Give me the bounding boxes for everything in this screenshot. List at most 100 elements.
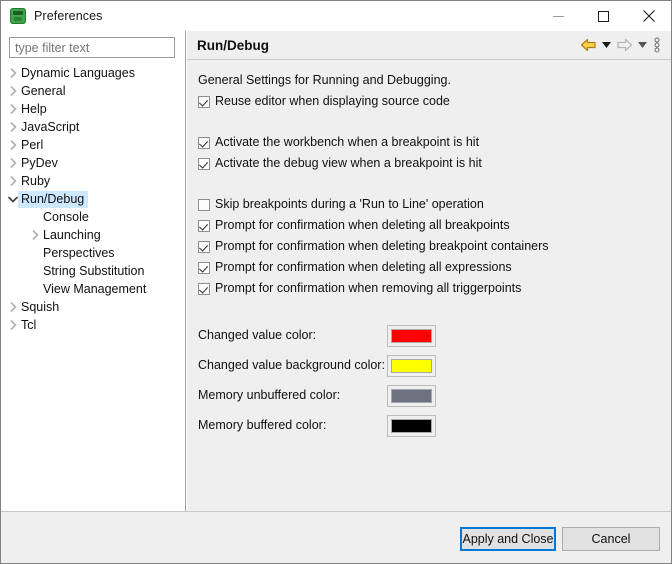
chevron-right-icon[interactable] bbox=[5, 316, 21, 334]
sidebar-item-perspectives[interactable]: Perspectives bbox=[1, 244, 185, 262]
sidebar-item-label: View Management bbox=[43, 281, 147, 296]
checkbox-checked-icon[interactable] bbox=[198, 241, 210, 253]
color-setting-label: Memory buffered color: bbox=[198, 418, 327, 432]
checkbox-checked-icon[interactable] bbox=[198, 137, 210, 149]
sidebar-item-label: PyDev bbox=[21, 155, 58, 170]
checkbox-checked-icon[interactable] bbox=[198, 96, 210, 108]
color-swatch-button[interactable] bbox=[387, 415, 436, 437]
checkbox-label: Skip breakpoints during a 'Run to Line' … bbox=[215, 197, 484, 211]
chevron-right-icon[interactable] bbox=[5, 154, 21, 172]
sidebar-item-dynamic-languages[interactable]: Dynamic Languages bbox=[1, 64, 185, 82]
sidebar-item-perl[interactable]: Perl bbox=[1, 136, 185, 154]
checkbox-row[interactable]: Skip breakpoints during a 'Run to Line' … bbox=[198, 197, 484, 211]
chevron-right-icon[interactable] bbox=[5, 100, 21, 118]
color-swatch-fill bbox=[391, 359, 432, 373]
checkbox-label: Reuse editor when displaying source code bbox=[215, 94, 450, 108]
color-swatch-button[interactable] bbox=[387, 355, 436, 377]
checkbox-checked-icon[interactable] bbox=[198, 262, 210, 274]
sidebar-item-label: Tcl bbox=[21, 317, 37, 332]
close-button[interactable] bbox=[626, 1, 671, 31]
sidebar-item-label: Squish bbox=[21, 299, 60, 314]
sidebar-item-label: JavaScript bbox=[21, 119, 80, 134]
sidebar-item-label: Help bbox=[21, 101, 47, 116]
sidebar-item-general[interactable]: General bbox=[1, 82, 185, 100]
sidebar-item-label: Run/Debug bbox=[18, 190, 89, 208]
sidebar-item-launching[interactable]: Launching bbox=[1, 226, 185, 244]
checkbox-row[interactable]: Reuse editor when displaying source code bbox=[198, 94, 450, 108]
checkbox-row[interactable]: Prompt for confirmation when deleting al… bbox=[198, 218, 510, 232]
page-description: General Settings for Running and Debuggi… bbox=[198, 73, 451, 87]
checkbox-label: Prompt for confirmation when deleting al… bbox=[215, 218, 510, 232]
checkbox-label: Prompt for confirmation when deleting al… bbox=[215, 260, 512, 274]
checkbox-unchecked-icon[interactable] bbox=[198, 199, 210, 211]
window-title: Preferences bbox=[34, 9, 103, 23]
preferences-tree[interactable]: Dynamic Languages General Help JavaScript Pe… bbox=[1, 64, 185, 334]
color-setting-row: Changed value color: bbox=[187, 325, 671, 347]
run-debug-page: Run/Debug General Settings for Running a… bbox=[187, 31, 671, 541]
color-setting-row: Memory buffered color: bbox=[187, 415, 671, 437]
sidebar-item-console[interactable]: Console bbox=[1, 208, 185, 226]
vertical-dots-icon[interactable] bbox=[649, 34, 665, 56]
color-setting-label: Memory unbuffered color: bbox=[198, 388, 341, 402]
window-controls bbox=[536, 1, 671, 31]
sidebar-item-javascript[interactable]: JavaScript bbox=[1, 118, 185, 136]
checkbox-row[interactable]: Prompt for confirmation when deleting al… bbox=[198, 260, 512, 274]
sidebar-item-label: General bbox=[21, 83, 66, 98]
dialog-content: Dynamic Languages General Help JavaScript Pe… bbox=[1, 31, 671, 541]
checkbox-label: Prompt for confirmation when removing al… bbox=[215, 281, 522, 295]
cancel-button[interactable]: Cancel bbox=[562, 527, 660, 551]
minimize-button[interactable] bbox=[536, 1, 581, 31]
checkbox-checked-icon[interactable] bbox=[198, 158, 210, 170]
preferences-app-icon bbox=[10, 8, 26, 24]
apply-and-close-button[interactable]: Apply and Close bbox=[460, 527, 556, 551]
chevron-right-icon[interactable] bbox=[5, 64, 21, 82]
back-arrow-icon[interactable] bbox=[577, 34, 599, 56]
checkbox-row[interactable]: Prompt for confirmation when deleting br… bbox=[198, 239, 549, 253]
checkbox-checked-icon[interactable] bbox=[198, 220, 210, 232]
sidebar-item-run-debug[interactable]: Run/Debug bbox=[1, 190, 185, 208]
forward-dropdown-chevron-down-icon[interactable] bbox=[635, 34, 649, 56]
checkbox-checked-icon[interactable] bbox=[198, 283, 210, 295]
sidebar-item-label: Ruby bbox=[21, 173, 51, 188]
chevron-right-icon[interactable] bbox=[5, 172, 21, 190]
page-title: Run/Debug bbox=[197, 37, 269, 53]
checkbox-row[interactable]: Prompt for confirmation when removing al… bbox=[198, 281, 521, 295]
filter-input[interactable] bbox=[9, 37, 175, 58]
color-setting-label: Changed value color: bbox=[198, 328, 317, 342]
dialog-footer: Apply and Close Cancel bbox=[1, 511, 671, 563]
checkbox-label: Prompt for confirmation when deleting br… bbox=[215, 239, 549, 253]
checkbox-row[interactable]: Activate the debug view when a breakpoin… bbox=[198, 156, 482, 170]
color-swatch-button[interactable] bbox=[387, 385, 436, 407]
color-swatch-fill bbox=[391, 419, 432, 433]
maximize-button[interactable] bbox=[581, 1, 626, 31]
sidebar-item-label: Console bbox=[43, 209, 89, 224]
sidebar-item-label: Dynamic Languages bbox=[21, 65, 135, 80]
chevron-right-icon[interactable] bbox=[27, 226, 43, 244]
chevron-right-icon[interactable] bbox=[5, 136, 21, 154]
title-bar: Preferences bbox=[1, 1, 671, 31]
chevron-right-icon[interactable] bbox=[5, 118, 21, 136]
checkbox-row[interactable]: Activate the workbench when a breakpoint… bbox=[198, 135, 479, 149]
sidebar-item-pydev[interactable]: PyDev bbox=[1, 154, 185, 172]
sidebar-item-view-management[interactable]: View Management bbox=[1, 280, 185, 298]
preferences-tree-pane: Dynamic Languages General Help JavaScript Pe… bbox=[1, 31, 186, 541]
chevron-right-icon[interactable] bbox=[5, 298, 21, 316]
back-dropdown-chevron-down-icon[interactable] bbox=[599, 34, 613, 56]
page-toolbar bbox=[577, 31, 665, 59]
sidebar-item-string-substitution[interactable]: String Substitution bbox=[1, 262, 185, 280]
preferences-window: Preferences Dynamic Languages General Help… bbox=[0, 0, 672, 564]
page-header: Run/Debug bbox=[187, 31, 671, 60]
checkbox-label: Activate the debug view when a breakpoin… bbox=[215, 156, 482, 170]
chevron-right-icon[interactable] bbox=[5, 82, 21, 100]
sidebar-item-help[interactable]: Help bbox=[1, 100, 185, 118]
sidebar-item-squish[interactable]: Squish bbox=[1, 298, 185, 316]
sidebar-item-tcl[interactable]: Tcl bbox=[1, 316, 185, 334]
sidebar-item-ruby[interactable]: Ruby bbox=[1, 172, 185, 190]
checkbox-label: Activate the workbench when a breakpoint… bbox=[215, 135, 480, 149]
forward-arrow-icon bbox=[613, 34, 635, 56]
color-swatch-fill bbox=[391, 329, 432, 343]
color-swatch-button[interactable] bbox=[387, 325, 436, 347]
